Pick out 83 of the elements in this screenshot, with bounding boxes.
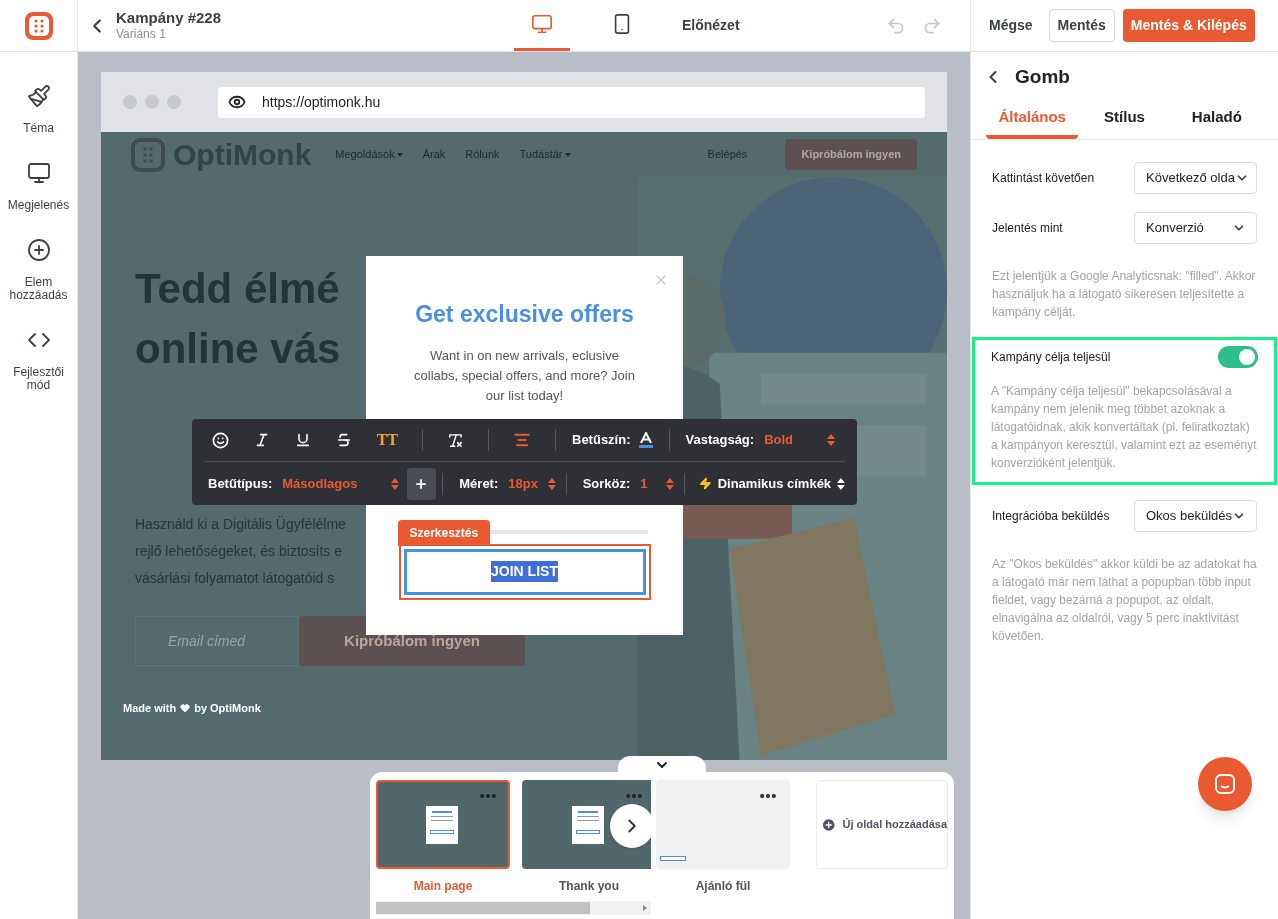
panel-tab[interactable]: Stílus: [1078, 100, 1171, 139]
scroll-arrow-icon[interactable]: [643, 905, 647, 911]
cta-button[interactable]: Kipróbálom ingyen: [785, 139, 917, 170]
strikethrough-icon[interactable]: [335, 432, 352, 448]
monitor-icon: [531, 13, 553, 35]
window-dots-drawing: [123, 95, 181, 109]
campaign-title: Kampány #228: [116, 8, 222, 28]
font-color-label: Betűszín:: [572, 431, 631, 450]
field-label: Jelentés mint: [992, 220, 1064, 236]
edit-tab[interactable]: Szerkesztés: [397, 519, 491, 546]
brush-icon: [26, 84, 51, 108]
url-bar[interactable]: https://optimonk.hu: [218, 86, 925, 118]
heart-icon: [180, 703, 191, 714]
help-text: Ezt jelentjük a Google Analyticsnak: "filled". Akkor használjuk ha a látogató sikeresen teljesítette a kampány célját.: [991, 268, 1257, 321]
caret-icon: [564, 152, 571, 157]
help-text: A "Kampány célja teljesül" bekapcsolásával a kampány nem jelenik meg többet azoknak a látogatóidnak, akik konvertáltak (pl. feliratkoztak) a kampányon keresztül, valamint ezt az eseményt konverzióként jelentjük.: [991, 383, 1258, 472]
select-field[interactable]: Okos beküldés: [1134, 500, 1257, 532]
url-text: https://optimonk.hu: [262, 92, 381, 112]
sorter-icon: [665, 477, 674, 490]
sidebar-item[interactable]: Elem hozzáadás: [1, 238, 76, 302]
add-page-button[interactable]: Új oldal hozzáadása: [816, 780, 948, 869]
chat-icon: [1213, 772, 1237, 796]
dynamic-tags-dropdown[interactable]: Dinamikus címkék: [717, 473, 832, 494]
selected-button-outline[interactable]: JOIN LIST: [398, 543, 651, 600]
text-case-button[interactable]: TT: [376, 428, 398, 452]
line-height-label: Sorköz:: [582, 474, 631, 493]
plus-circle-icon: [26, 238, 51, 262]
size-label: Méret:: [459, 474, 499, 493]
sidebar-item[interactable]: Fejlesztői mód: [1, 328, 76, 392]
line-height-value[interactable]: 1: [640, 473, 666, 494]
page-name[interactable]: Main page: [413, 877, 473, 895]
mini-popup-drawing: [572, 806, 604, 844]
mini-tab-drawing: [660, 856, 686, 861]
plus-icon: [414, 476, 429, 491]
toggle-switch[interactable]: [1218, 346, 1258, 368]
save-button[interactable]: Mentés: [1048, 9, 1115, 42]
sorter-icon: [837, 477, 845, 490]
font-family-label: Betűtípus:: [207, 474, 273, 493]
select-field[interactable]: Konverzió: [1134, 212, 1257, 244]
page-name[interactable]: Ajánló fül: [695, 877, 751, 895]
eye-icon: [228, 93, 246, 111]
mini-popup-drawing: [426, 806, 458, 844]
weight-label: Vastagság:: [685, 431, 755, 450]
sidebar-item[interactable]: Téma: [1, 84, 76, 135]
panel-tab[interactable]: Haladó: [1170, 100, 1263, 139]
popup-body: Want in on new arrivals, eclusive collabs, special offers, and more? Join our list today!: [413, 346, 636, 405]
add-font-button[interactable]: [406, 467, 437, 500]
variant-label: Variáns 1: [116, 27, 167, 43]
font-family-value[interactable]: Másodlagos: [282, 473, 391, 494]
weight-value[interactable]: Bold: [764, 430, 794, 450]
sorter-icon: [547, 477, 556, 490]
panel-tab[interactable]: Általános: [986, 100, 1079, 139]
popup-title: Get exclusive offers: [415, 300, 634, 329]
field-label: Integrációba beküldés: [992, 508, 1111, 524]
help-text: Az "Okos beküldés" akkor küldi be az adatokat ha a látogató már nem láthat a popupban több input fieldet, vagy bezárná a popupot, az oldalt, elnavigálna az oldalról, vagy 5 perc inaktivitást követően.: [991, 556, 1258, 645]
field-label: Kattintást követően: [992, 170, 1096, 186]
save-exit-button[interactable]: Mentés & Kilépés: [1122, 9, 1255, 42]
panel-title: Gomb: [1015, 64, 1070, 89]
font-color-icon[interactable]: [638, 432, 653, 448]
cancel-button[interactable]: Mégse: [981, 15, 1041, 36]
clear-format-icon[interactable]: [447, 431, 464, 449]
page-name[interactable]: Thank you: [559, 877, 619, 895]
emoji-icon[interactable]: [212, 431, 229, 449]
sorter-icon: [827, 434, 835, 446]
page-thumbnail[interactable]: [656, 780, 790, 869]
join-list-button-label[interactable]: JOIN LIST: [491, 561, 558, 582]
logo-icon: [22, 9, 55, 42]
by-text: by OptiMonk: [194, 701, 261, 716]
scrollbar[interactable]: [376, 901, 651, 915]
made-with-text: Made with: [123, 701, 177, 716]
size-value[interactable]: 18px: [508, 473, 548, 494]
monitor-icon: [26, 161, 51, 185]
page-thumbnail[interactable]: [376, 780, 510, 869]
align-icon[interactable]: [513, 431, 531, 449]
toggle-label: Kampány célja teljesül: [991, 349, 1111, 366]
caret-icon: [396, 152, 403, 157]
sorter-icon: [390, 477, 399, 490]
lightning-icon: [698, 477, 712, 490]
select-field[interactable]: Következő olda: [1134, 162, 1257, 194]
underline-icon[interactable]: [294, 432, 311, 448]
sidebar-item[interactable]: Megjelenés: [1, 161, 76, 212]
brand-logo-icon: [131, 137, 165, 172]
preview-button[interactable]: Előnézet: [674, 0, 748, 51]
